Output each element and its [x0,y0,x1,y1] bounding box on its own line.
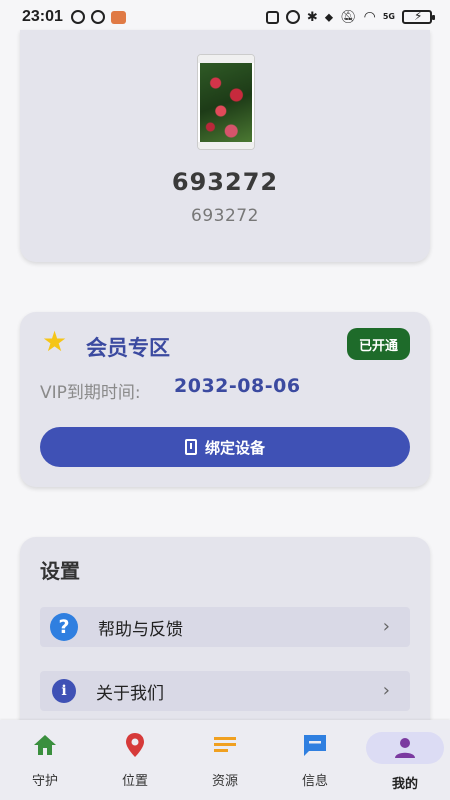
nav-item-messages[interactable]: 信息 [275,720,355,789]
nav-item-location[interactable]: 位置 [95,720,175,789]
settings-item-label: 关于我们 [96,683,164,704]
message-badge-icon [110,10,126,24]
settings-item-help[interactable]: ? 帮助与反馈 › [40,607,410,647]
profile-subtitle: 693272 [191,206,259,226]
nav-label: 我的 [391,777,418,792]
vip-expire-label: VIP到期时间: [40,383,141,403]
vip-card: ★ 会员专区 已开通 VIP到期时间: 2032-08-06 绑定设备 [20,312,430,487]
nav-item-resources[interactable]: 资源 [185,720,265,789]
chevron-right-icon: › [382,616,390,637]
avatar-photo [200,63,252,143]
battery-charging-icon: ⚡︎ [402,9,435,24]
status-right-icons: ✱ ⬥ 🔕︎ ◠ 5G ⚡︎ [265,9,435,25]
profile-card: 693272 693272 [20,30,430,262]
vip-title: 会员专区 [86,336,170,360]
chat-icon [302,732,328,758]
info-icon: i [52,679,76,703]
star-icon: ★ [42,325,68,358]
status-bar: 23:01 ✱ ⬥ 🔕︎ ◠ 5G ⚡︎ [0,0,450,34]
help-icon: ? [50,613,78,641]
status-left-icons [70,10,126,24]
bottom-nav: 守护 位置 资源 信息 我的 [0,720,450,800]
wifi-icon: ◠ [363,9,376,25]
alarm-icon [285,10,300,24]
chevron-right-icon: › [382,680,390,701]
settings-item-label: 帮助与反馈 [98,619,183,640]
settings-item-about[interactable]: i 关于我们 › [40,671,410,711]
location-icon: ⬥ [324,9,334,24]
vip-status-badge: 已开通 [346,328,410,360]
wechat-icon [90,10,105,24]
device-icon [184,439,197,455]
status-time: 23:01 [22,8,63,25]
list-icon [212,732,238,758]
mute-icon: 🔕︎ [340,9,357,25]
vip-expire-date: 2032-08-06 [174,375,301,397]
nav-label: 信息 [301,774,328,789]
profile-name: 693272 [171,168,279,196]
eye-icon [70,10,85,24]
settings-title: 设置 [40,559,80,583]
bind-device-label: 绑定设备 [204,438,265,457]
nfc-icon [265,10,279,24]
nav-label: 守护 [31,774,58,789]
person-icon [392,735,418,761]
nav-item-mine[interactable]: 我的 [365,720,445,792]
location-pin-icon [122,732,148,758]
bind-device-button[interactable]: 绑定设备 [40,427,410,467]
avatar[interactable] [197,54,255,150]
signal-5g-icon: 5G [382,12,395,21]
bluetooth-icon: ✱ [306,9,318,25]
nav-item-guard[interactable]: 守护 [5,720,85,789]
home-icon [32,732,58,758]
nav-label: 资源 [211,774,238,789]
nav-label: 位置 [121,774,148,789]
